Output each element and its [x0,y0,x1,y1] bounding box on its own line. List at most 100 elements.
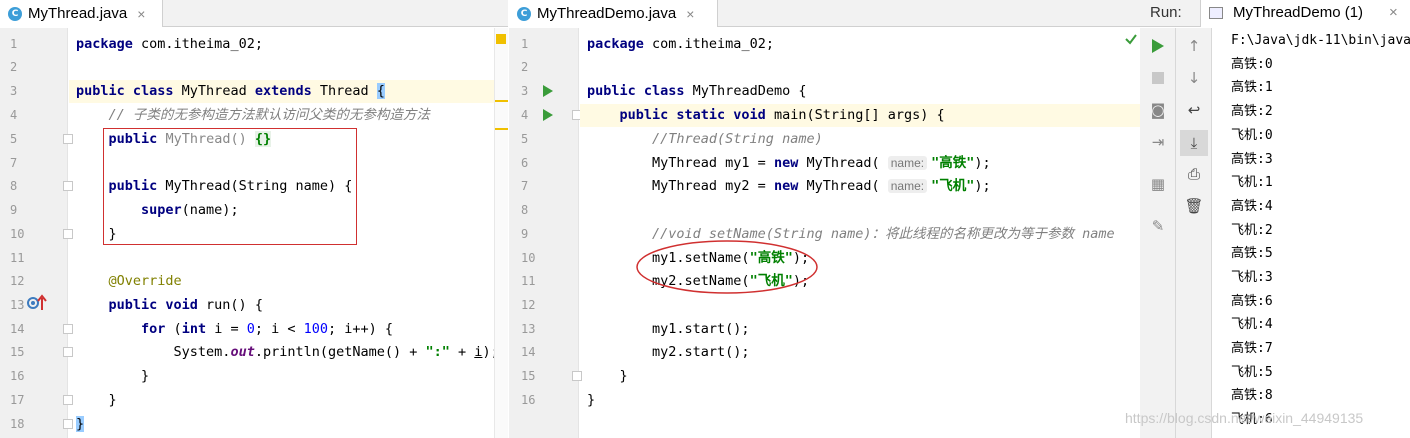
constructor-highlight-box [103,128,357,245]
code-line: package com.itheima_02; [587,36,774,52]
console-line: 高铁:3 [1231,152,1273,167]
code-line: MyThread my1 = new MyThread( name: "高铁"); [587,155,991,171]
console-line: 高铁:7 [1231,341,1273,356]
console-icon [1209,7,1223,19]
left-scrollbar[interactable] [494,28,508,438]
code-line: my1.start(); [587,321,750,337]
run-class-icon[interactable] [542,84,554,98]
code-line: // 子类的无参构造方法默认访问父类的无参构造方法 [76,107,430,123]
line-number: 11 [10,251,25,265]
code-line: System.out.println(getName() + ":" + i); [76,344,495,360]
watermark: https://blog.csdn.net/weixin_44949135 [1125,410,1364,426]
console-line: 飞机:1 [1231,175,1273,190]
line-number: 12 [521,298,536,312]
left-tab-bar: C MyThread.java × [0,0,508,27]
scroll-marker [495,100,508,102]
code-line: public static void main(String[] args) { [619,107,945,123]
console-toolbar: ↑ ↓ ↩ ⤓ ⎙ 🗑 [1176,28,1212,438]
check-icon [1125,34,1137,45]
login-icon[interactable]: ⇥ [1148,132,1168,152]
line-number: 17 [10,393,25,407]
line-number: 14 [10,322,25,336]
line-number: 16 [521,393,536,407]
console-line: 高铁:8 [1231,388,1273,403]
code-line: package com.itheima_02; [76,36,263,52]
print-icon[interactable]: ⎙ [1184,164,1204,184]
right-code-area[interactable]: package com.itheima_02; public class MyT… [580,28,1140,438]
line-number: 4 [521,108,529,122]
line-number: 13 [521,322,536,336]
warning-icon[interactable] [496,34,506,44]
line-number: 3 [521,84,529,98]
line-number: 10 [10,227,25,241]
line-number: 8 [521,203,529,217]
close-icon[interactable]: × [686,6,694,22]
scroll-marker [495,128,508,130]
console-line: 飞机:3 [1231,270,1273,285]
line-number: 4 [10,108,18,122]
run-panel-header: Run: MyThreadDemo (1) × [1140,0,1410,27]
layout-icon[interactable]: ▦ [1148,174,1168,194]
console-line: 飞机:0 [1231,128,1273,143]
code-line: public void run() { [108,297,263,313]
arrow-down-icon[interactable]: ↓ [1184,68,1204,88]
run-config-name: MyThreadDemo (1) [1233,4,1364,21]
code-line: } [587,392,596,408]
line-number: 16 [10,369,25,383]
left-gutter: 1 2 3 4 5 7 8 9 10 11 12 13 14 15 16 17 … [0,28,73,438]
console-output[interactable]: F:\Java\jdk-11\bin\java 高铁:0 高铁:1 高铁:2 飞… [1213,28,1410,438]
code-line: public class MyThreadDemo { [587,83,807,99]
run-label: Run: [1150,4,1182,21]
run-main-icon[interactable] [542,108,554,122]
arrow-up-icon[interactable]: ↑ [1184,36,1204,56]
override-icon[interactable] [26,294,48,312]
code-line: } [76,416,85,432]
line-number: 5 [10,132,18,146]
line-number: 9 [10,203,18,217]
trash-icon[interactable]: 🗑 [1184,196,1204,216]
code-line: } [587,368,628,384]
stop-icon[interactable] [1148,68,1168,88]
line-number: 15 [10,345,25,359]
tab-title: MyThreadDemo.java [537,5,677,22]
line-number: 18 [10,417,25,431]
class-icon: C [8,6,22,21]
class-icon: C [517,6,531,21]
close-icon[interactable]: × [1389,4,1398,21]
scroll-to-end-icon[interactable]: ⤓ [1180,130,1208,156]
line-number: 7 [521,179,529,193]
line-number: 9 [521,227,529,241]
setname-highlight-ellipse [636,240,818,294]
code-line: @Override [108,273,182,289]
console-line: 飞机:2 [1231,223,1273,238]
right-tab-bar: C MyThreadDemo.java × [509,0,1140,27]
line-number: 2 [521,60,529,74]
line-number: 1 [521,37,529,51]
line-number: 8 [10,179,18,193]
line-number: 6 [521,156,529,170]
line-number: 15 [521,369,536,383]
console-line: 高铁:6 [1231,294,1273,309]
code-line: public class MyThread extends Thread { [76,83,385,99]
code-line: for (int i = 0; i < 100; i++) { [141,321,394,337]
tab-mythread-java[interactable]: C MyThread.java × [0,0,163,27]
console-line: 高铁:2 [1231,104,1273,119]
code-line: my2.start(); [587,344,750,360]
code-line: //Thread(String name) [587,131,823,147]
console-line: 高铁:5 [1231,246,1273,261]
code-line: MyThread my2 = new MyThread( name: "飞机"); [587,178,991,194]
line-number: 10 [521,251,536,265]
line-number: 12 [10,274,25,288]
line-number: 5 [521,132,529,146]
tab-mythreaddemo-java[interactable]: C MyThreadDemo.java × [509,0,718,27]
console-line: 飞机:4 [1231,317,1273,332]
code-line: } [76,368,150,384]
rerun-icon[interactable] [1148,36,1168,56]
run-tab[interactable]: MyThreadDemo (1) × [1200,0,1410,27]
camera-icon[interactable]: ◙ [1148,100,1168,120]
soft-wrap-icon[interactable]: ↩ [1184,100,1204,120]
pin-icon[interactable]: ✎ [1148,216,1168,236]
console-line: 高铁:4 [1231,199,1273,214]
close-icon[interactable]: × [137,6,145,22]
line-number: 3 [10,84,18,98]
